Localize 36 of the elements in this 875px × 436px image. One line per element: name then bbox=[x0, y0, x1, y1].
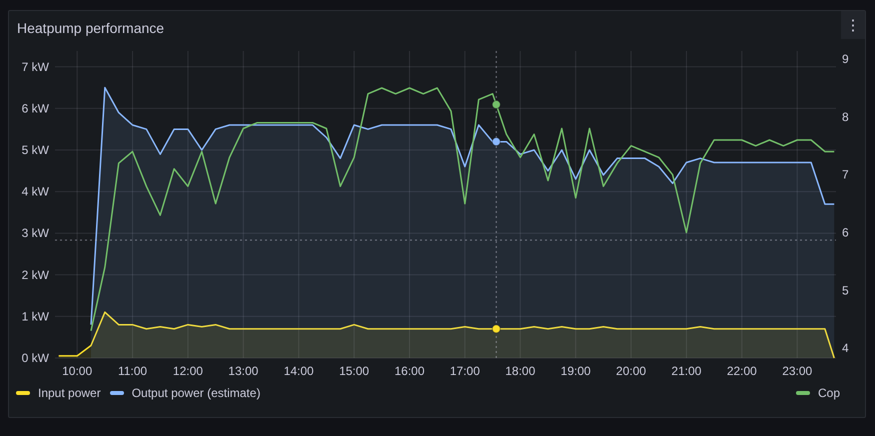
axis-label: 13:00 bbox=[228, 364, 258, 378]
axis-label: 6 bbox=[842, 226, 849, 240]
axis-label: 5 bbox=[842, 283, 849, 298]
axis-label: 9 bbox=[842, 52, 849, 66]
axis-label: 8 bbox=[842, 110, 849, 124]
axis-label: 11:00 bbox=[118, 364, 148, 378]
axis-label: 3 kW bbox=[22, 226, 49, 240]
axis-label: 15:00 bbox=[339, 364, 370, 378]
axis-label: 22:00 bbox=[726, 364, 757, 378]
axis-label: 2 kW bbox=[22, 268, 49, 282]
axis-label: 12:00 bbox=[172, 364, 203, 378]
panel-title: Heatpump performance bbox=[17, 18, 164, 38]
legend-label[interactable]: Cop bbox=[818, 384, 840, 402]
axis-label: 5 kW bbox=[22, 143, 49, 157]
axis-label: 7 bbox=[842, 168, 849, 182]
axis-label: 20:00 bbox=[616, 364, 646, 378]
legend-label[interactable]: Input power bbox=[38, 384, 101, 402]
legend-label[interactable]: Output power (estimate) bbox=[132, 384, 260, 402]
hover-point bbox=[492, 100, 501, 110]
axis-label: 16:00 bbox=[394, 364, 424, 378]
axis-label: 1 kW bbox=[22, 309, 49, 324]
axis-label: 4 bbox=[842, 341, 849, 356]
axis-label: 21:00 bbox=[671, 364, 702, 378]
axis-label: 0 kW bbox=[22, 351, 49, 365]
axis-label: 17:00 bbox=[450, 364, 480, 378]
panel-menu-button[interactable]: ⋮ bbox=[841, 11, 865, 39]
hover-point bbox=[492, 324, 501, 334]
axis-label: 18:00 bbox=[505, 364, 536, 378]
axis-label: 23:00 bbox=[782, 364, 812, 378]
axis-label: 19:00 bbox=[560, 364, 591, 378]
axis-label: 14:00 bbox=[284, 364, 314, 378]
axis-label: 6 kW bbox=[22, 101, 49, 116]
axis-label: 4 kW bbox=[22, 184, 49, 199]
axis-label: 7 kW bbox=[22, 60, 49, 74]
hover-point bbox=[492, 137, 501, 146]
axis-label: 10:00 bbox=[62, 364, 92, 378]
